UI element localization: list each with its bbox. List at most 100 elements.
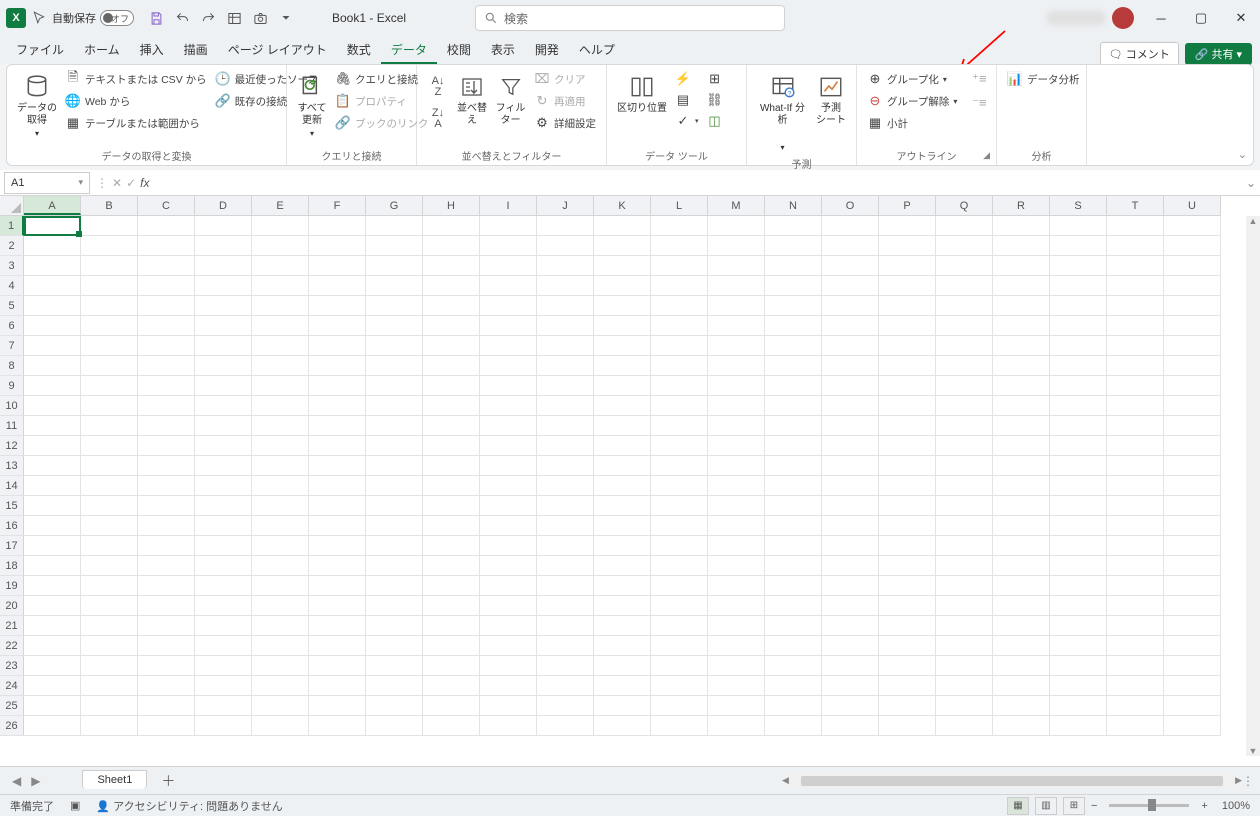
cell[interactable] (822, 316, 879, 336)
cell[interactable] (252, 256, 309, 276)
cell[interactable] (309, 516, 366, 536)
cell[interactable] (309, 216, 366, 236)
cell[interactable] (1050, 636, 1107, 656)
row-headers[interactable]: 1234567891011121314151617181920212223242… (0, 216, 24, 736)
cell[interactable] (651, 676, 708, 696)
cell[interactable] (480, 436, 537, 456)
cell[interactable] (594, 496, 651, 516)
cell[interactable] (651, 476, 708, 496)
cell[interactable] (1164, 616, 1221, 636)
cell[interactable] (1107, 216, 1164, 236)
cell[interactable] (765, 576, 822, 596)
cell[interactable] (480, 256, 537, 276)
cell[interactable] (594, 616, 651, 636)
cell[interactable] (936, 616, 993, 636)
cell[interactable] (594, 596, 651, 616)
cell[interactable] (81, 336, 138, 356)
cell[interactable] (651, 216, 708, 236)
cell[interactable] (822, 416, 879, 436)
cell[interactable] (993, 336, 1050, 356)
row-header[interactable]: 7 (0, 336, 24, 356)
cell[interactable] (537, 676, 594, 696)
cell[interactable] (1050, 576, 1107, 596)
cell[interactable] (765, 396, 822, 416)
cell[interactable] (651, 236, 708, 256)
subtotal-button[interactable]: ▦小計 (867, 113, 957, 133)
cell[interactable] (366, 316, 423, 336)
cell[interactable] (993, 596, 1050, 616)
cell[interactable] (651, 396, 708, 416)
cell[interactable] (993, 556, 1050, 576)
sheet-bar-menu-icon[interactable]: ⋮ (1242, 774, 1254, 788)
cell[interactable] (81, 716, 138, 736)
cell[interactable] (936, 416, 993, 436)
cell[interactable] (537, 496, 594, 516)
cell[interactable] (24, 356, 81, 376)
cell[interactable] (708, 296, 765, 316)
cell[interactable] (1050, 516, 1107, 536)
cell[interactable] (138, 356, 195, 376)
cell[interactable] (309, 716, 366, 736)
cell[interactable] (993, 536, 1050, 556)
cell[interactable] (423, 276, 480, 296)
col-header[interactable]: E (252, 196, 309, 215)
cell[interactable] (1107, 336, 1164, 356)
cell[interactable] (822, 496, 879, 516)
cell[interactable] (1107, 596, 1164, 616)
cell[interactable] (81, 276, 138, 296)
cell[interactable] (708, 596, 765, 616)
cell[interactable] (423, 436, 480, 456)
cell[interactable] (879, 216, 936, 236)
cell[interactable] (993, 376, 1050, 396)
autosave-toggle[interactable]: 自動保存 オフ (52, 10, 134, 26)
cell[interactable] (252, 496, 309, 516)
cell[interactable] (1164, 516, 1221, 536)
cell[interactable] (309, 676, 366, 696)
cell[interactable] (480, 556, 537, 576)
cell[interactable] (765, 376, 822, 396)
cell[interactable] (537, 436, 594, 456)
cell[interactable] (138, 536, 195, 556)
cell[interactable] (936, 276, 993, 296)
cell[interactable] (1050, 256, 1107, 276)
cell[interactable] (1107, 296, 1164, 316)
data-analysis-button[interactable]: 📊データ分析 (1007, 69, 1080, 89)
cell[interactable] (537, 356, 594, 376)
cell[interactable] (708, 236, 765, 256)
row-header[interactable]: 26 (0, 716, 24, 736)
tab-挿入[interactable]: 挿入 (130, 37, 174, 64)
cell[interactable] (537, 456, 594, 476)
cell[interactable] (993, 676, 1050, 696)
cell[interactable] (1164, 296, 1221, 316)
cell[interactable] (651, 276, 708, 296)
cell[interactable] (537, 716, 594, 736)
cell[interactable] (822, 296, 879, 316)
cell[interactable] (309, 336, 366, 356)
cell[interactable] (1050, 676, 1107, 696)
toggle-switch[interactable]: オフ (100, 10, 134, 26)
cell[interactable] (81, 456, 138, 476)
cell[interactable] (822, 656, 879, 676)
cell[interactable] (822, 236, 879, 256)
cell[interactable] (594, 476, 651, 496)
cell[interactable] (879, 556, 936, 576)
row-header[interactable]: 25 (0, 696, 24, 716)
cell[interactable] (138, 416, 195, 436)
cell[interactable] (309, 236, 366, 256)
cell[interactable] (309, 416, 366, 436)
cell[interactable] (423, 496, 480, 516)
tab-ヘルプ[interactable]: ヘルプ (569, 37, 625, 64)
cell[interactable] (309, 456, 366, 476)
cell[interactable] (423, 536, 480, 556)
cell[interactable] (651, 496, 708, 516)
cell[interactable] (936, 476, 993, 496)
cell[interactable] (423, 316, 480, 336)
user-avatar[interactable] (1112, 7, 1134, 29)
cell[interactable] (1050, 436, 1107, 456)
cell[interactable] (537, 536, 594, 556)
cell[interactable] (765, 616, 822, 636)
col-header[interactable]: D (195, 196, 252, 215)
cell[interactable] (24, 496, 81, 516)
cell[interactable] (1107, 496, 1164, 516)
cell[interactable] (708, 716, 765, 736)
